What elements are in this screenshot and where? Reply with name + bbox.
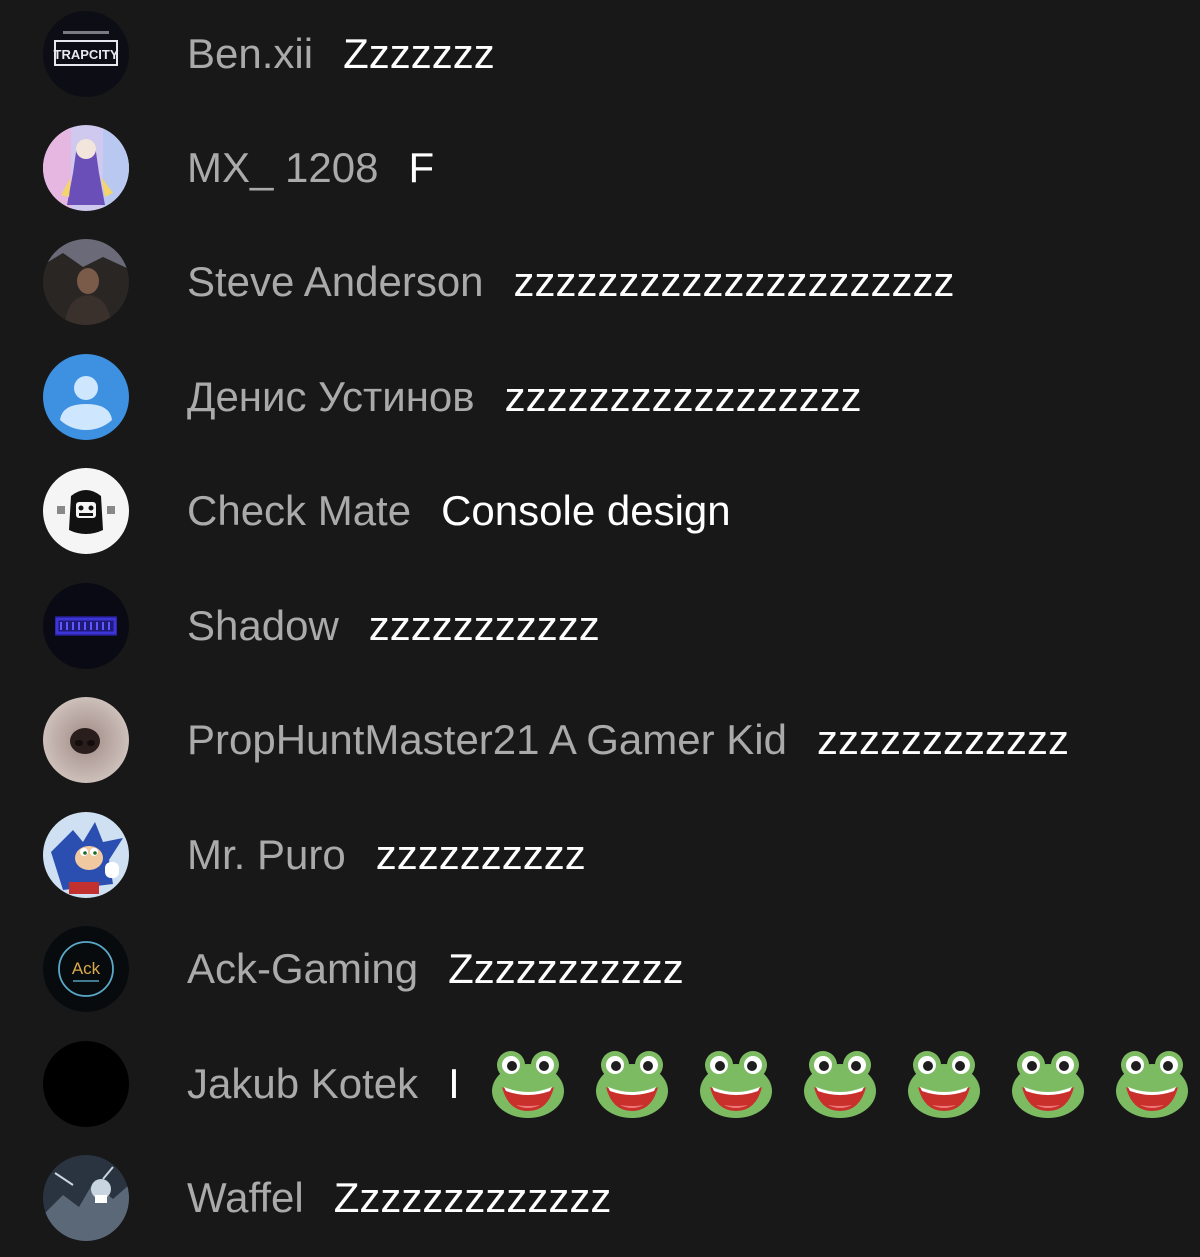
chat-message: Shadow zzzzzzzzzzz	[0, 569, 1200, 683]
chat-message-text: zzzzzzzzzzzzzzzzz	[504, 373, 862, 420]
chat-author-name[interactable]: Mr. Puro	[187, 834, 346, 876]
chat-message-text: Zzzzzzzzzzz	[448, 945, 684, 992]
chat-message: Waffel Zzzzzzzzzzzzz	[0, 1141, 1200, 1255]
frog-emoji	[490, 1049, 566, 1119]
chat-message-text: zzzzzzzzzz	[375, 831, 586, 878]
chat-message: Ack Ack-Gaming Zzzzzzzzzzz	[0, 912, 1200, 1026]
chat-author-name[interactable]: Денис Устинов	[187, 376, 475, 418]
neon-logo-avatar[interactable]	[43, 583, 129, 669]
chat-message-text: zzzzzzzzzzz	[368, 602, 600, 649]
frog-emoji	[1010, 1049, 1086, 1119]
frog-emoji	[1114, 1049, 1190, 1119]
chat-author-name[interactable]: PropHuntMaster21 A Gamer Kid	[187, 719, 787, 761]
chat-author-name[interactable]: MX_ 1208	[187, 147, 378, 189]
chat-author-name[interactable]: Ben.xii	[187, 33, 313, 75]
black-avatar[interactable]	[43, 1041, 129, 1127]
frog-emoji	[594, 1049, 670, 1119]
svg-text:TRAPCITY: TRAPCITY	[54, 47, 119, 62]
frog-emoji	[698, 1049, 774, 1119]
photo-person-avatar[interactable]	[43, 239, 129, 325]
chat-message: Mr. Puro zzzzzzzzzz	[0, 798, 1200, 912]
ack-gaming-logo-avatar[interactable]: Ack	[43, 926, 129, 1012]
anime-character-avatar[interactable]	[43, 125, 129, 211]
svg-text:Ack: Ack	[72, 959, 101, 978]
frog-emoji	[906, 1049, 982, 1119]
chat-author-name[interactable]: Check Mate	[187, 490, 411, 532]
dog-nose-avatar[interactable]	[43, 697, 129, 783]
cartoon-face-avatar[interactable]	[43, 468, 129, 554]
chat-message: MX_ 1208 F	[0, 111, 1200, 225]
live-chat-list: TRAPCITY Ben.xii Zzzzzzz MX_ 1208 F Stev…	[0, 0, 1200, 1257]
chat-message-text: Console design	[441, 487, 731, 534]
chat-message: PropHuntMaster21 A Gamer Kid zzzzzzzzzzz…	[0, 683, 1200, 797]
default-user-avatar[interactable]	[43, 354, 129, 440]
trapcity-logo-avatar[interactable]: TRAPCITY	[43, 11, 129, 97]
chat-message-text: F	[408, 144, 435, 191]
space-art-avatar[interactable]	[43, 1155, 129, 1241]
chat-message: Jakub Kotek I	[0, 1027, 1200, 1141]
frog-emoji-row	[490, 1049, 1190, 1119]
chat-message-text: I	[448, 1060, 460, 1107]
chat-author-name[interactable]: Steve Anderson	[187, 261, 484, 303]
chat-author-name[interactable]: Waffel	[187, 1177, 304, 1219]
chat-author-name[interactable]: Jakub Kotek	[187, 1063, 418, 1105]
chat-message-text: Zzzzzzz	[343, 30, 495, 77]
sonic-character-avatar[interactable]	[43, 812, 129, 898]
chat-message: Check Mate Console design	[0, 454, 1200, 568]
chat-message-text: Zzzzzzzzzzzzz	[333, 1174, 612, 1221]
chat-author-name[interactable]: Ack-Gaming	[187, 948, 418, 990]
chat-author-name[interactable]: Shadow	[187, 605, 339, 647]
chat-message-text: zzzzzzzzzzzz	[816, 716, 1069, 763]
chat-message: TRAPCITY Ben.xii Zzzzzzz	[0, 0, 1200, 111]
chat-message: Денис Устинов zzzzzzzzzzzzzzzzz	[0, 340, 1200, 454]
frog-emoji	[802, 1049, 878, 1119]
chat-message: Steve Anderson zzzzzzzzzzzzzzzzzzzzz	[0, 225, 1200, 339]
chat-message-text: zzzzzzzzzzzzzzzzzzzzz	[513, 258, 955, 305]
